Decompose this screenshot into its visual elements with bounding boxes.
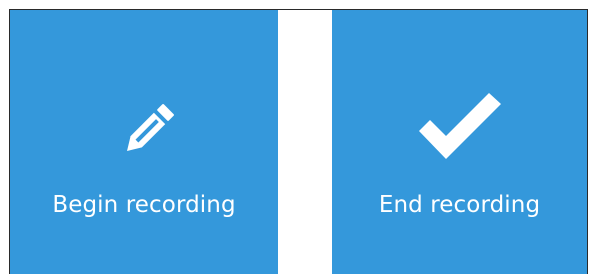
end-recording-label: End recording bbox=[378, 192, 541, 218]
end-recording-button[interactable]: End recording bbox=[332, 10, 587, 274]
begin-recording-button[interactable]: Begin recording bbox=[10, 10, 278, 274]
checkmark-icon bbox=[418, 93, 501, 159]
begin-recording-label: Begin recording bbox=[52, 192, 236, 218]
pencil-icon bbox=[127, 104, 174, 151]
